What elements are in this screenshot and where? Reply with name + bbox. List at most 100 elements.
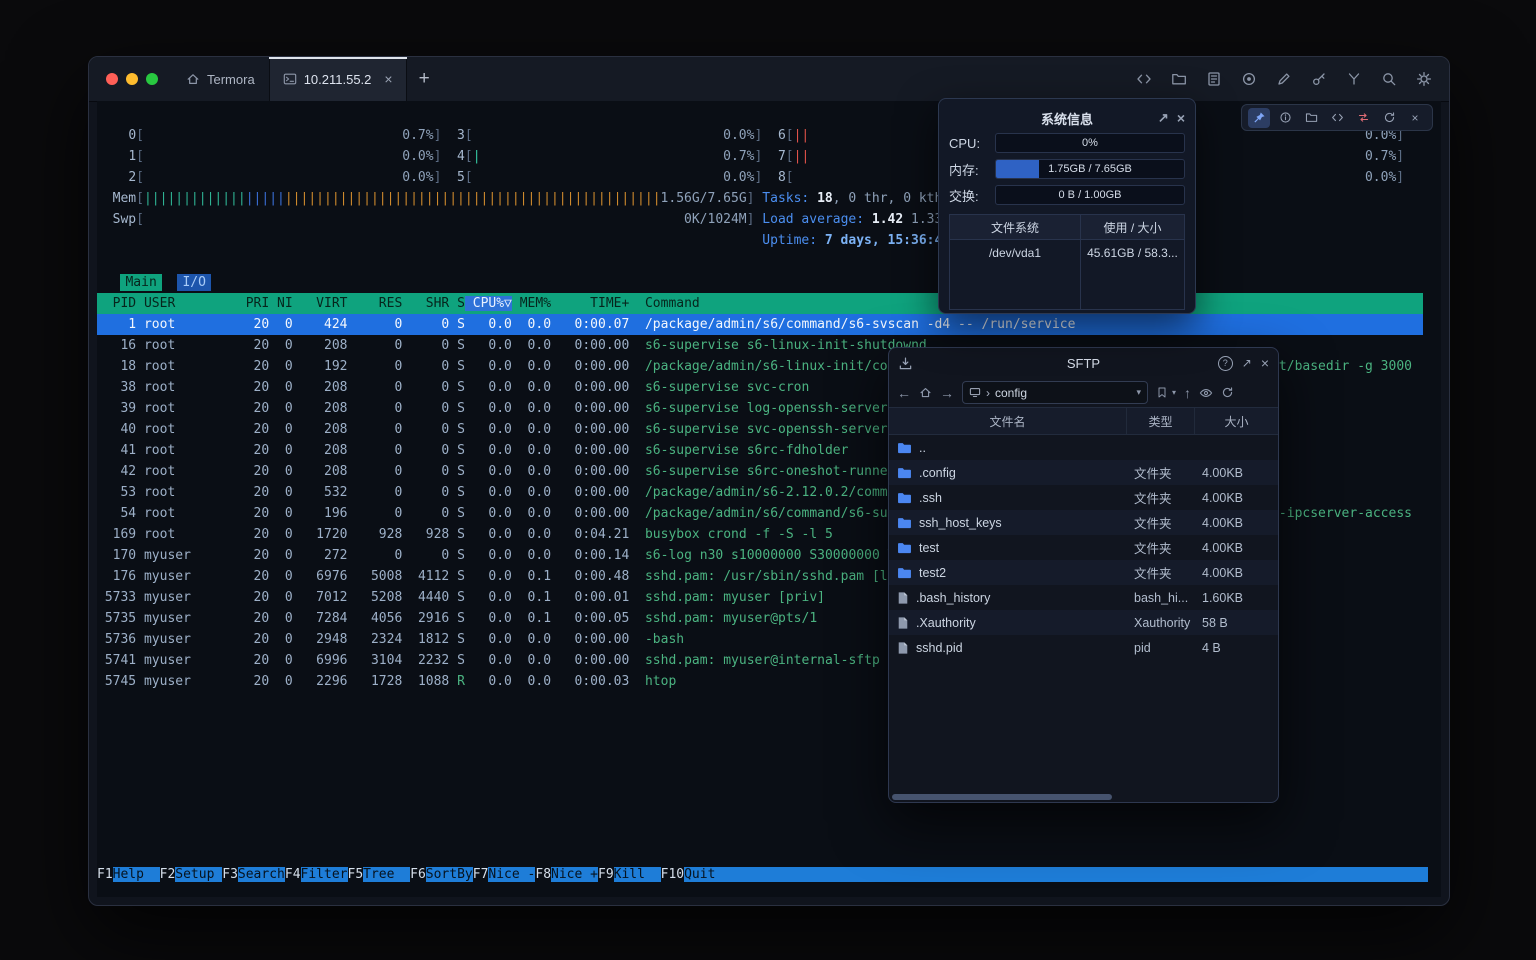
home-icon [186,72,200,86]
stat-value: 0% [996,134,1184,152]
fs-usage: 45.61GB / 58.3... [1081,240,1184,266]
system-info-title: 系统信息 [1041,109,1093,128]
file-size: 4.00KB [1195,535,1278,560]
column-size[interactable]: 大小 [1195,408,1278,434]
bookmark-icon[interactable] [1156,386,1168,399]
zoom-window-button[interactable] [146,73,158,85]
show-hidden-eye-icon[interactable] [1199,387,1213,399]
fkey-label-search[interactable]: Search [238,867,285,882]
file-name: .. [919,441,926,455]
close-window-button[interactable] [106,73,118,85]
column-name[interactable]: 文件名 [889,408,1127,434]
cpu-meter-row: 1[ 0.0%] 4[| 0.7%] 7[|| 0.7%] [97,146,1423,167]
stat-row: 内存:1.75GB / 7.65GB [949,156,1185,182]
open-in-window-icon[interactable]: ↗ [1242,356,1252,370]
bookmark-caret-icon[interactable]: ▾ [1172,388,1176,397]
stat-label: CPU: [949,136,989,151]
fkey-f9: F9 [598,867,614,882]
column-type[interactable]: 类型 [1127,408,1195,434]
system-stats: CPU:0%内存:1.75GB / 7.65GB交换:0 B / 1.00GB [949,130,1185,208]
transfer-icon[interactable] [1352,108,1374,128]
tab-session-10-211-55-2[interactable]: 10.211.55.2 × [269,57,407,101]
file-row[interactable]: test2文件夹4.00KB [889,560,1278,585]
close-tab-icon[interactable]: × [384,72,392,86]
file-icon [897,641,909,655]
file-name: .Xauthority [916,616,976,630]
file-row[interactable]: ssh_host_keys文件夹4.00KB [889,510,1278,535]
home-icon[interactable] [919,386,932,399]
screen-tab-io[interactable]: I/O [177,274,210,291]
process-row[interactable]: 1 root 20 0 424 0 0 S 0.0 0.0 0:00.07 /p… [97,314,1423,335]
code-icon[interactable] [1326,108,1348,128]
sort-column-header[interactable]: CPU%▽ [465,296,512,311]
minimize-window-button[interactable] [126,73,138,85]
fkey-label-quit[interactable]: Quit [684,867,731,882]
file-row[interactable]: .bash_historybash_hi...1.60KB [889,585,1278,610]
folder-icon[interactable] [1167,67,1191,91]
scrollbar-thumb[interactable] [892,794,1112,800]
folder-icon [897,467,912,479]
fkey-f3: F3 [222,867,238,882]
horizontal-scrollbar[interactable] [889,792,1278,802]
file-type: 文件夹 [1127,510,1195,535]
forward-icon[interactable]: → [940,385,954,401]
help-icon[interactable]: ? [1218,356,1233,371]
filesystem-row[interactable]: /dev/vda1 45.61GB / 58.3... [950,240,1184,266]
path-breadcrumb[interactable]: › config ▾ [962,381,1148,404]
system-info-panel: 系统信息 ↗ × CPU:0%内存:1.75GB / 7.65GB交换:0 B … [938,98,1196,314]
fkey-label-filter[interactable]: Filter [301,867,348,882]
current-folder: config [995,386,1027,400]
fkey-label-sortby[interactable]: SortBy [426,867,473,882]
settings-icon[interactable] [1412,67,1436,91]
folder-icon[interactable] [1300,108,1322,128]
record-icon[interactable] [1237,67,1261,91]
search-icon[interactable] [1377,67,1401,91]
file-row[interactable]: test文件夹4.00KB [889,535,1278,560]
edit-icon[interactable] [1272,67,1296,91]
fkey-label-tree[interactable]: Tree [363,867,410,882]
file-name: .bash_history [916,591,990,605]
macro-icon[interactable] [1342,67,1366,91]
terminal-icon [283,72,297,86]
close-icon[interactable]: × [1404,108,1426,128]
info-icon[interactable] [1274,108,1296,128]
refresh-icon[interactable] [1378,108,1400,128]
fkey-label-kill[interactable]: Kill [614,867,661,882]
tab-termora[interactable]: Termora [172,57,269,101]
file-row[interactable]: .config文件夹4.00KB [889,460,1278,485]
code-icon[interactable] [1132,67,1156,91]
fkey-label-nice-[interactable]: Nice - [488,867,535,882]
chevron-down-icon[interactable]: ▾ [1136,387,1141,398]
file-row[interactable]: .Xauthority Xauthority58 B [889,610,1278,635]
close-icon[interactable]: × [1261,355,1269,371]
fkey-f4: F4 [285,867,301,882]
file-type: Xauthority [1127,610,1195,635]
folder-icon [897,442,912,454]
htop-function-bar[interactable]: F1Help F2Setup F3SearchF4FilterF5Tree F6… [97,864,1423,885]
open-in-window-icon[interactable]: ↗ [1158,110,1169,126]
key-icon[interactable] [1307,67,1331,91]
file-row[interactable]: sshd.pidpid4 B [889,635,1278,660]
fkey-label-setup[interactable]: Setup [175,867,222,882]
sessions-icon[interactable] [1202,67,1226,91]
fkey-label-nice-[interactable]: Nice + [551,867,598,882]
stat-progressbar: 0 B / 1.00GB [995,185,1185,205]
new-tab-button[interactable]: + [407,57,442,101]
termora-window: Termora 10.211.55.2 × + [88,56,1450,906]
fkey-f5: F5 [348,867,364,882]
fkey-label-help[interactable]: Help [113,867,160,882]
screen-tab-main[interactable]: Main [120,274,161,291]
sftp-window: SFTP ? ↗ × ← → › config [888,347,1279,803]
close-icon[interactable]: × [1177,110,1185,126]
go-up-icon[interactable]: ↑ [1184,385,1191,401]
file-type: 文件夹 [1127,535,1195,560]
titlebar: Termora 10.211.55.2 × + [89,57,1449,102]
file-size: 58 B [1195,610,1278,635]
system-info-titlebar: 系统信息 ↗ × [949,106,1185,130]
file-row[interactable]: .ssh文件夹4.00KB [889,485,1278,510]
pin-icon[interactable] [1248,108,1270,128]
back-icon[interactable]: ← [897,385,911,401]
tab-label: Termora [207,72,255,87]
refresh-icon[interactable] [1221,386,1234,399]
file-row[interactable]: .. [889,435,1278,460]
